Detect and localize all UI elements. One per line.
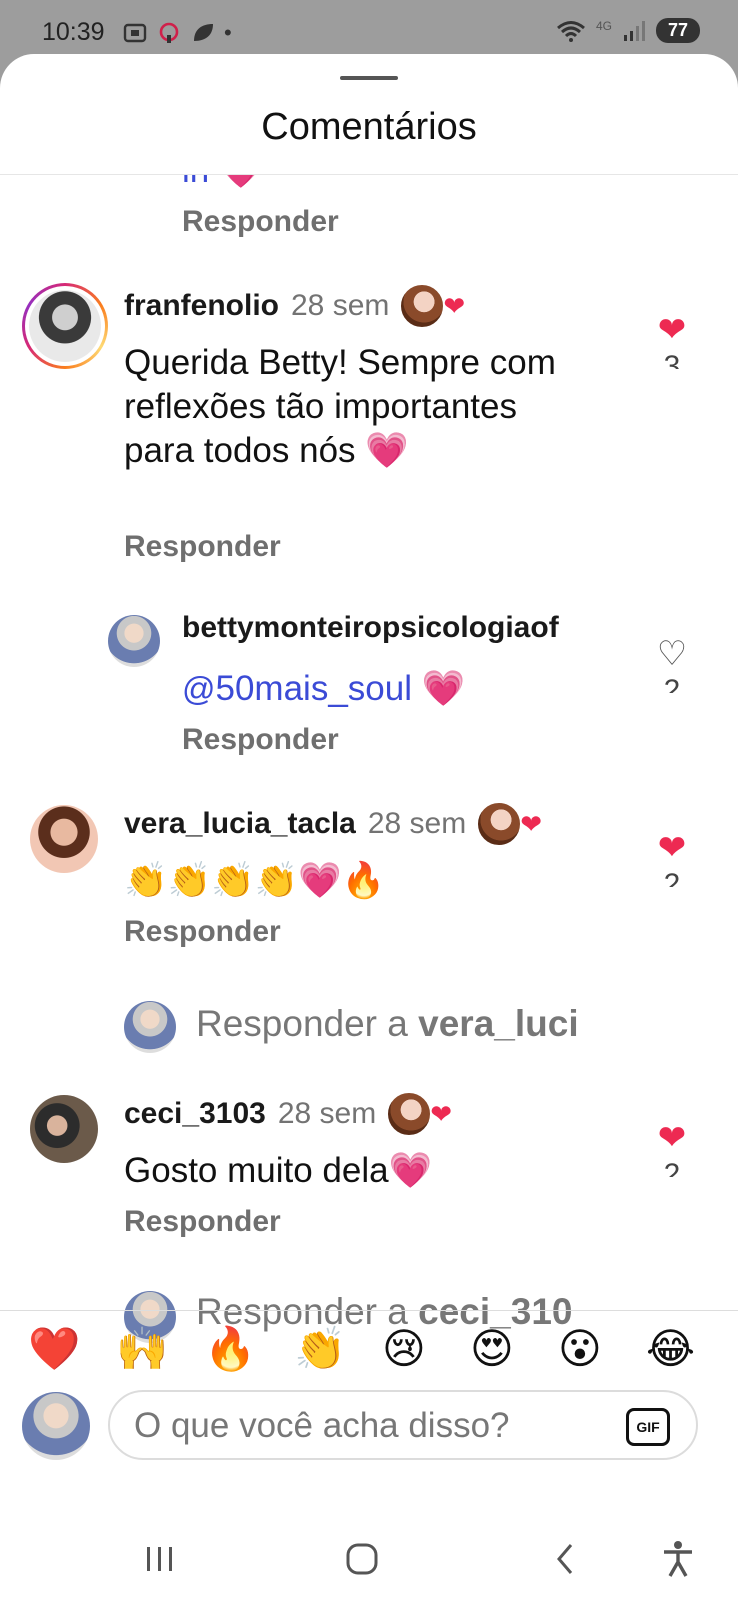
podcast-icon (159, 22, 179, 43)
like-control[interactable]: ❤ 3 (652, 313, 692, 369)
status-notification-icons: • (122, 20, 232, 46)
reply-button[interactable]: Responder (124, 915, 281, 949)
reply-button[interactable]: Responder (182, 205, 339, 239)
comment-text: 👏👏👏👏💗🔥 (124, 861, 386, 900)
comment-composer: GIF (108, 1390, 698, 1460)
network-type: 4G (595, 18, 612, 33)
like-control[interactable]: ❤ 2 (652, 831, 692, 887)
like-count: 2 (663, 1158, 681, 1177)
comment-username[interactable]: franfenolio (124, 289, 279, 323)
reply-button[interactable]: Responder (182, 723, 339, 757)
comment-header: franfenolio 28 sem ❤ (124, 283, 465, 329)
reply-button[interactable]: Responder (124, 1205, 281, 1239)
emoji-reaction-bar: ❤️ 🙌 🔥 👏 😢 😍 😮 😂 (0, 1324, 738, 1384)
reply-button[interactable]: Responder (124, 530, 281, 564)
comments-sheet: Comentários in 💗 Responder franfenolio 2… (0, 54, 738, 1600)
heart-outline-icon[interactable]: ♡ (652, 637, 692, 671)
comment-username[interactable]: vera_lucia_tacla (124, 807, 356, 841)
comment-time: 28 sem (277, 1097, 377, 1130)
comment-text: @50mais_soul 💗 (182, 667, 465, 711)
comment-username[interactable]: ceci_3103 (124, 1097, 266, 1131)
author-liked-avatar (399, 283, 446, 329)
screenshot-icon (123, 23, 147, 43)
system-navigation-bar (0, 1514, 738, 1600)
like-count: 2 (663, 674, 681, 693)
comment-time: 28 sem (291, 289, 390, 322)
partial-comment-text: in 💗 (182, 175, 263, 193)
avatar (29, 290, 101, 362)
status-time: 10:39 (42, 18, 105, 46)
like-control[interactable]: ♡ 2 (652, 637, 692, 693)
comment-text: Gosto muito dela💗 (124, 1151, 433, 1190)
heart-icon[interactable]: ❤ (652, 1121, 692, 1155)
battery-indicator: 77 (656, 18, 700, 43)
emoji-heart[interactable]: ❤️ (28, 1324, 80, 1374)
signal-icon (624, 20, 645, 41)
avatar[interactable] (108, 615, 160, 667)
back-icon[interactable] (536, 1534, 596, 1584)
status-system-icons: 4G 77 (556, 18, 700, 43)
recents-icon[interactable] (130, 1534, 190, 1584)
like-count: 3 (663, 350, 681, 369)
emoji-surprised[interactable]: 😮 (558, 1324, 602, 1374)
mention-link[interactable]: @50mais_soul (182, 669, 412, 708)
like-control[interactable]: ❤ 2 (652, 1121, 692, 1177)
accessibility-icon[interactable] (648, 1534, 708, 1584)
composer-avatar (22, 1392, 90, 1460)
author-liked-avatar (386, 1091, 433, 1137)
sheet-grabber[interactable] (340, 76, 398, 80)
comment-time: 28 sem (367, 807, 467, 840)
gif-button[interactable]: GIF (626, 1408, 670, 1446)
emoji-crying[interactable]: 😢 (382, 1324, 426, 1374)
status-dot: • (224, 20, 232, 45)
comment-input[interactable] (134, 1404, 614, 1448)
composer-divider (0, 1310, 738, 1311)
emoji-fire[interactable]: 🔥 (204, 1324, 256, 1374)
emoji-raising-hands[interactable]: 🙌 (116, 1324, 168, 1374)
avatar[interactable] (30, 805, 98, 873)
comment-username[interactable]: bettymonteiropsicologiaof (182, 611, 559, 645)
sheet-title: Comentários (261, 106, 477, 148)
home-icon[interactable] (332, 1534, 392, 1584)
avatar[interactable] (30, 1095, 98, 1163)
avatar-story-ring[interactable] (22, 283, 108, 369)
author-liked-heart-icon: ❤ (520, 809, 543, 839)
comment-header: ceci_3103 28 sem ❤ (124, 1091, 452, 1137)
like-count: 2 (663, 868, 681, 887)
author-liked-heart-icon: ❤ (430, 1099, 452, 1129)
comment-header: vera_lucia_tacla 28 sem ❤ (124, 801, 542, 847)
comment-text: Querida Betty! Sempre com reflexões tão … (124, 343, 556, 470)
emoji-clap[interactable]: 👏 (294, 1324, 346, 1374)
emoji-laughing[interactable]: 😂 (646, 1324, 695, 1374)
author-liked-heart-icon: ❤ (443, 291, 466, 321)
wifi-icon (557, 20, 585, 42)
heart-icon[interactable]: ❤ (652, 313, 692, 347)
threads-icon: @ (182, 670, 216, 707)
comments-list[interactable]: in 💗 Responder franfenolio 28 sem ❤ Quer… (0, 175, 738, 1390)
emoji-heart-eyes[interactable]: 😍 (470, 1324, 514, 1374)
author-liked-avatar (476, 801, 523, 847)
heart-icon[interactable]: ❤ (652, 831, 692, 865)
leaf-icon (194, 24, 213, 41)
status-bar: 10:39 • 4G 77 (0, 0, 738, 60)
comment-header: bettymonteiropsicologiaof (182, 611, 559, 645)
reply-to-button[interactable]: Responder a vera_luci (196, 1003, 620, 1045)
avatar (124, 1001, 176, 1053)
